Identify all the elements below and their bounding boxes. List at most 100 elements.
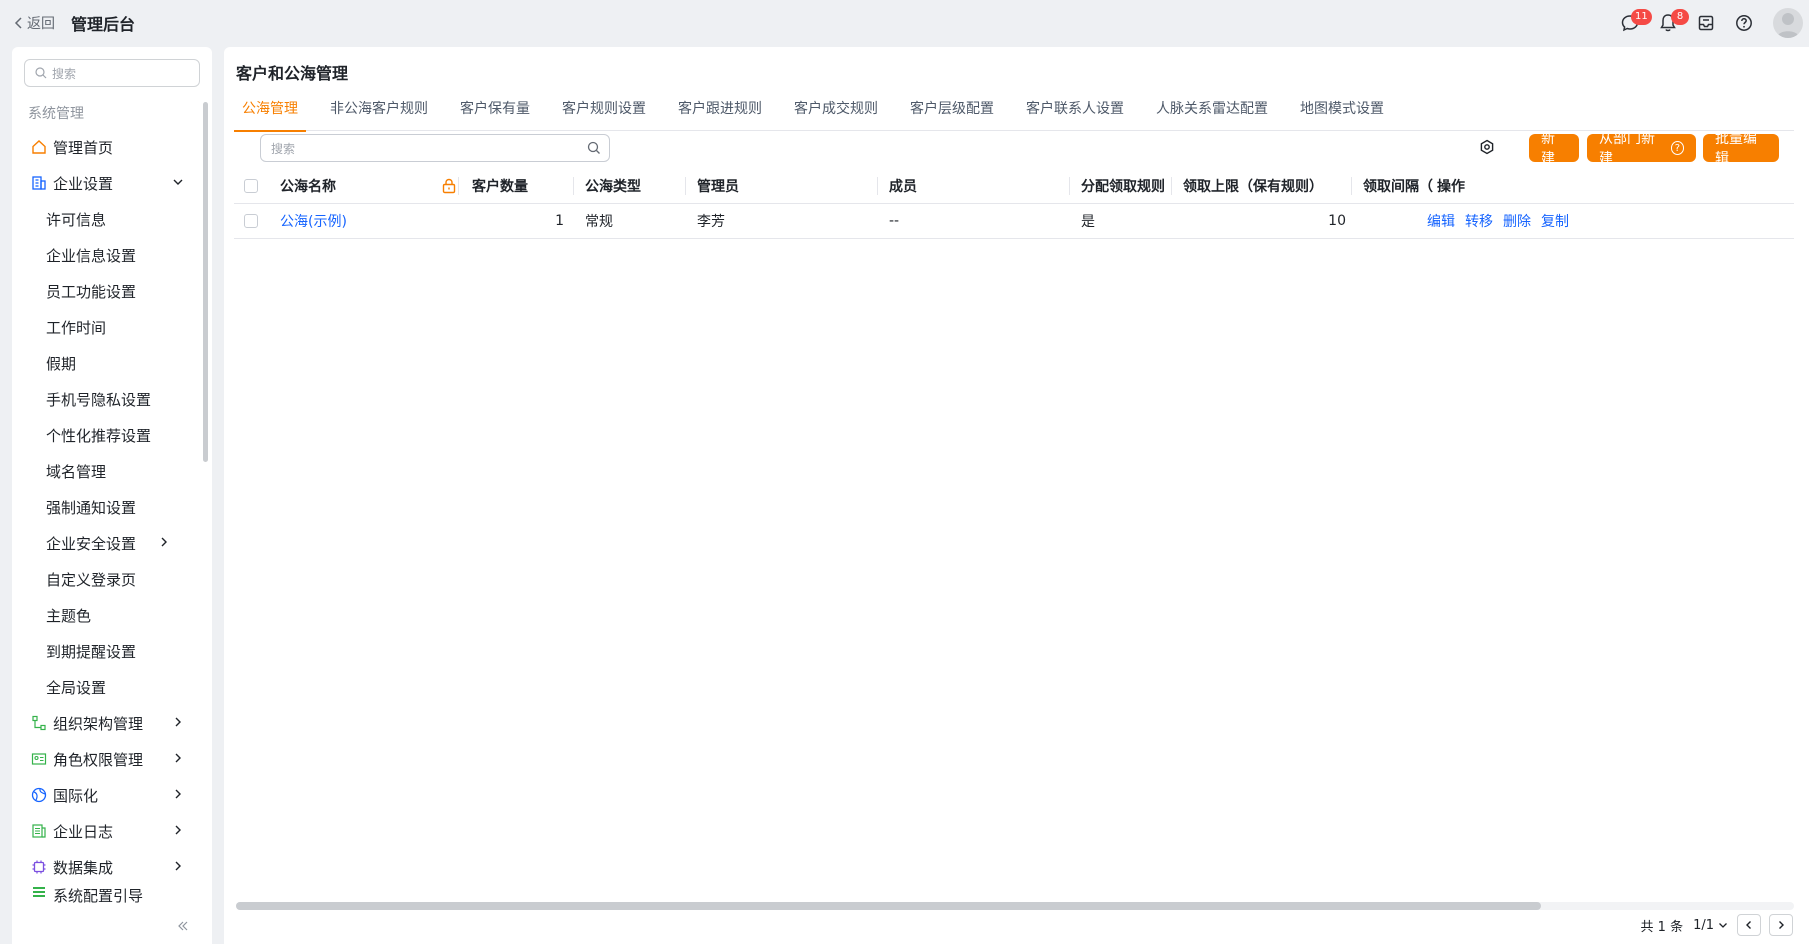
next-page-button[interactable] — [1769, 914, 1793, 936]
sidebar-item-org[interactable]: 组织架构管理 — [12, 705, 202, 741]
tab-follow-up-rules[interactable]: 客户跟进规则 — [670, 95, 770, 131]
sidebar-search-input[interactable]: 搜索 — [24, 59, 200, 87]
select-all-checkbox[interactable] — [244, 179, 258, 193]
tab-customer-rules[interactable]: 客户规则设置 — [554, 95, 654, 131]
sidebar-item-label: 企业安全设置 — [46, 534, 137, 553]
scrollbar-thumb[interactable] — [236, 902, 1541, 910]
new-from-dept-label: 从部门新建 — [1599, 131, 1655, 167]
sidebar-item-label: 工作时间 — [46, 318, 107, 337]
sidebar-item-phone-privacy[interactable]: 手机号隐私设置 — [12, 381, 202, 417]
edit-link[interactable]: 编辑 — [1427, 211, 1455, 231]
sidebar-item-label: 许可信息 — [46, 210, 107, 229]
pagination: 共 1 条 1/1 — [1641, 914, 1793, 936]
tab-map-mode[interactable]: 地图模式设置 — [1292, 95, 1392, 131]
sidebar-scrollbar[interactable] — [203, 102, 208, 462]
col-header-admin[interactable]: 管理员 — [697, 169, 739, 203]
cell-members: -- — [889, 213, 900, 229]
new-from-dept-button[interactable]: 从部门新建 ? — [1587, 131, 1696, 167]
org-icon — [31, 715, 47, 731]
sidebar-item-label: 数据集成 — [53, 858, 114, 877]
copy-link[interactable]: 复制 — [1541, 211, 1569, 231]
sidebar-item-expiry-reminder[interactable]: 到期提醒设置 — [12, 633, 202, 669]
sidebar-item-roles[interactable]: 角色权限管理 — [12, 741, 202, 777]
sidebar-item-i18n[interactable]: 国际化 — [12, 777, 202, 813]
sidebar-item-data-integration[interactable]: 数据集成 — [12, 849, 202, 885]
sidebar-item-force-notify[interactable]: 强制通知设置 — [12, 489, 202, 525]
sidebar-item-security[interactable]: 企业安全设置 — [12, 525, 202, 561]
column-settings-button[interactable] — [1479, 139, 1495, 159]
cell-count: 1 — [555, 213, 564, 229]
role-icon — [31, 751, 47, 767]
gear-icon — [1480, 139, 1494, 155]
column-divider[interactable] — [458, 177, 459, 195]
column-divider[interactable] — [877, 177, 878, 195]
row-checkbox[interactable] — [244, 214, 258, 228]
tab-non-sea-rules[interactable]: 非公海客户规则 — [322, 95, 436, 131]
col-header-interval[interactable]: 领取间隔（ — [1363, 169, 1433, 203]
back-button[interactable]: 返回 — [14, 13, 55, 33]
sidebar-item-enterprise-info[interactable]: 企业信息设置 — [12, 237, 202, 273]
chevron-left-icon — [1746, 921, 1751, 929]
batch-edit-button[interactable]: 批量编辑 — [1703, 131, 1779, 167]
page-title: 客户和公海管理 — [236, 64, 349, 83]
col-header-count[interactable]: 客户数量 — [472, 169, 528, 203]
lock-icon[interactable] — [442, 178, 456, 194]
help-circle-icon[interactable]: ? — [1670, 141, 1684, 155]
collapse-sidebar-button[interactable] — [177, 918, 189, 936]
sidebar-item-config-guide[interactable]: 系统配置引导 — [12, 885, 202, 911]
col-header-limit[interactable]: 领取上限（保有规则） — [1183, 169, 1323, 203]
sidebar-item-holidays[interactable]: 假期 — [12, 345, 202, 381]
tab-radar-config[interactable]: 人脉关系雷达配置 — [1148, 95, 1276, 131]
chevron-down-icon — [1719, 923, 1727, 928]
column-divider[interactable] — [685, 177, 686, 195]
sidebar-item-label: 组织架构管理 — [53, 714, 144, 733]
prev-page-button[interactable] — [1737, 914, 1761, 936]
sea-name-link[interactable]: 公海(示例) — [280, 204, 347, 238]
col-header-ops: 操作 — [1437, 179, 1465, 195]
transfer-link[interactable]: 转移 — [1465, 211, 1493, 231]
sidebar-item-theme-color[interactable]: 主题色 — [12, 597, 202, 633]
sidebar-item-work-time[interactable]: 工作时间 — [12, 309, 202, 345]
sidebar-item-logs[interactable]: 企业日志 — [12, 813, 202, 849]
sidebar-item-domain[interactable]: 域名管理 — [12, 453, 202, 489]
column-divider[interactable] — [1069, 177, 1070, 195]
sidebar-item-employee-features[interactable]: 员工功能设置 — [12, 273, 202, 309]
sidebar-item-global-settings[interactable]: 全局设置 — [12, 669, 202, 705]
chevron-right-icon — [175, 789, 181, 799]
sidebar-item-home[interactable]: 管理首页 — [12, 129, 202, 165]
sidebar-item-enterprise-settings[interactable]: 企业设置 — [12, 165, 202, 201]
delete-link[interactable]: 删除 — [1503, 211, 1531, 231]
sidebar-item-label: 强制通知设置 — [46, 498, 137, 517]
column-divider[interactable] — [1351, 177, 1352, 195]
double-chevron-left-icon — [178, 921, 188, 931]
tab-retention[interactable]: 客户保有量 — [452, 95, 538, 131]
table-horizontal-scrollbar[interactable] — [236, 902, 1794, 910]
sidebar-item-label: 角色权限管理 — [53, 750, 144, 769]
col-header-members[interactable]: 成员 — [889, 169, 917, 203]
table-search-input[interactable]: 搜索 — [260, 134, 610, 162]
new-button[interactable]: 新建 — [1529, 131, 1579, 167]
notification-button[interactable]: 8 — [1649, 4, 1689, 42]
chat-button[interactable]: 11 — [1611, 4, 1652, 42]
tab-level-config[interactable]: 客户层级配置 — [902, 95, 1002, 131]
col-header-assign-rule[interactable]: 分配领取规则 — [1081, 169, 1165, 203]
col-header-type[interactable]: 公海类型 — [585, 169, 641, 203]
col-header-name[interactable]: 公海名称 — [280, 169, 336, 203]
tab-deal-rules[interactable]: 客户成交规则 — [786, 95, 886, 131]
sidebar-item-license[interactable]: 许可信息 — [12, 201, 202, 237]
top-bar: 返回 管理后台 11 8 — [0, 0, 1809, 46]
sidebar-item-custom-login[interactable]: 自定义登录页 — [12, 561, 202, 597]
column-divider[interactable] — [1171, 177, 1172, 195]
help-button[interactable] — [1725, 4, 1763, 42]
inbox-button[interactable] — [1687, 4, 1725, 42]
sidebar-section-label: 系统管理 — [28, 106, 84, 122]
tab-sea-management[interactable]: 公海管理 — [234, 95, 306, 132]
tab-contact-settings[interactable]: 客户联系人设置 — [1018, 95, 1132, 131]
app-title: 管理后台 — [71, 15, 136, 34]
user-avatar[interactable] — [1773, 8, 1803, 38]
column-divider[interactable] — [573, 177, 574, 195]
sidebar-item-personalized-recommend[interactable]: 个性化推荐设置 — [12, 417, 202, 453]
page-select[interactable]: 1/1 — [1693, 918, 1729, 933]
sidebar-item-label: 假期 — [46, 354, 77, 373]
page-indicator: 1/1 — [1693, 917, 1714, 933]
